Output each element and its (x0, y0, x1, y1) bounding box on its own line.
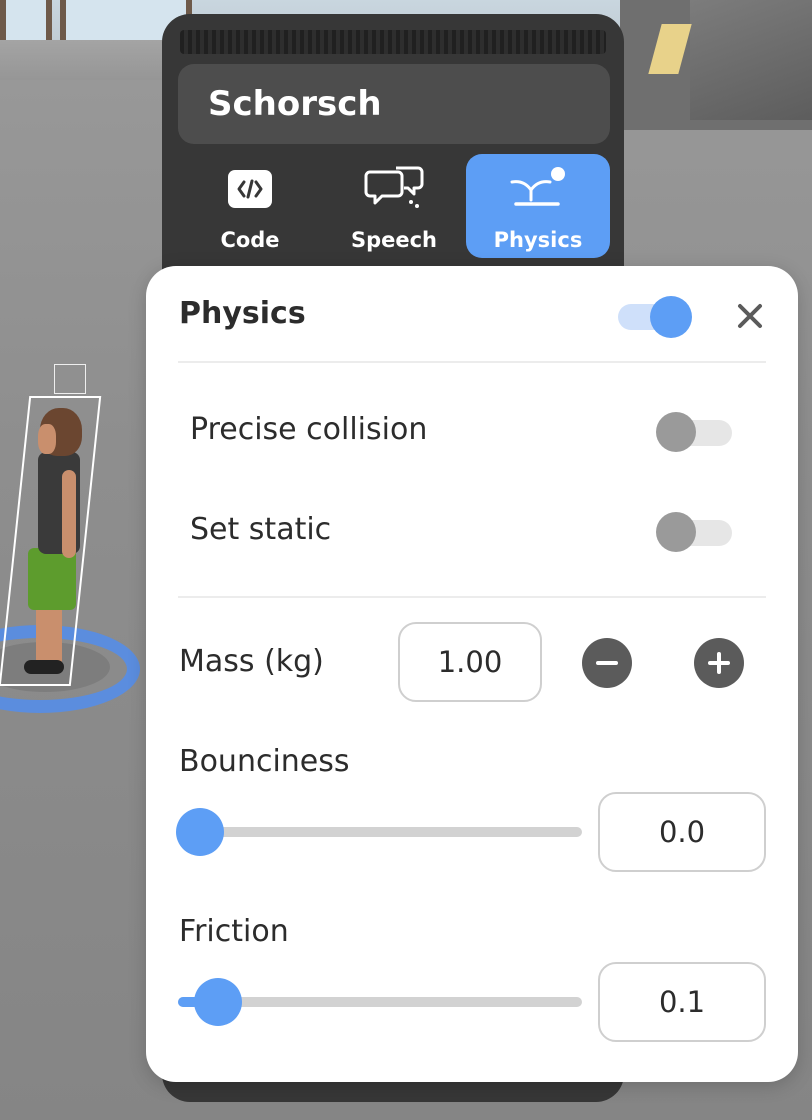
mass-decrease-button[interactable] (582, 638, 632, 688)
code-icon (220, 166, 280, 214)
toggle-knob (650, 296, 692, 338)
physics-settings-card: Physics Precise collision Set static Mas… (146, 266, 798, 1082)
slider-knob[interactable] (194, 978, 243, 1026)
physics-bounce-icon (508, 166, 568, 214)
precise-collision-toggle[interactable] (656, 410, 732, 454)
set-static-toggle[interactable] (656, 510, 732, 554)
bounciness-input[interactable]: 0.0 (598, 792, 766, 872)
bounciness-label: Bounciness (179, 744, 350, 779)
friction-label: Friction (179, 914, 289, 949)
set-static-label: Set static (190, 512, 332, 547)
precise-collision-label: Precise collision (190, 412, 428, 447)
tab-physics-label: Physics (493, 228, 583, 252)
speech-bubbles-icon (364, 166, 424, 214)
tab-code-label: Code (220, 228, 280, 252)
transform-gizmo-cube[interactable] (54, 364, 86, 394)
bounciness-value: 0.0 (658, 815, 706, 849)
friction-slider[interactable] (178, 978, 582, 1026)
mass-label: Mass (kg) (179, 644, 324, 679)
mass-input[interactable]: 1.00 (398, 622, 542, 702)
tab-speech-label: Speech (350, 228, 438, 252)
panel-drag-handle[interactable] (180, 30, 606, 54)
toggle-knob (656, 412, 696, 452)
physics-enabled-toggle[interactable] (618, 296, 692, 338)
tab-speech[interactable]: Speech (322, 154, 466, 258)
bounciness-slider[interactable] (176, 808, 582, 856)
scene-wall-stripe (0, 40, 170, 80)
divider (178, 596, 766, 598)
minus-icon (596, 661, 618, 665)
friction-value: 0.1 (658, 985, 706, 1019)
tab-code[interactable]: Code (178, 154, 322, 258)
friction-input[interactable]: 0.1 (598, 962, 766, 1042)
object-name: Schorsch (208, 84, 382, 124)
divider (178, 361, 766, 363)
scene-ramp (690, 0, 812, 120)
physics-title: Physics (179, 296, 306, 331)
tab-physics[interactable]: Physics (466, 154, 610, 258)
toggle-knob (656, 512, 696, 552)
slider-knob[interactable] (176, 808, 224, 856)
object-name-field[interactable]: Schorsch (178, 64, 610, 144)
close-icon[interactable] (732, 298, 768, 334)
plus-icon-vertical (717, 652, 721, 674)
mass-increase-button[interactable] (694, 638, 744, 688)
mass-value: 1.00 (437, 645, 503, 679)
